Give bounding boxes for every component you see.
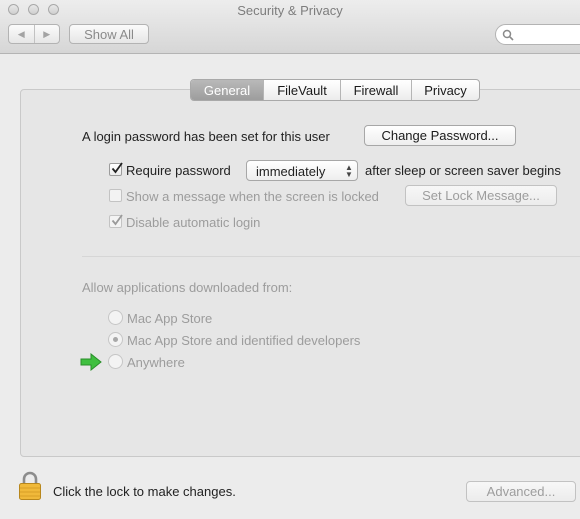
forward-arrow-icon[interactable]: ▶ bbox=[33, 25, 60, 43]
show-all-button[interactable]: Show All bbox=[69, 24, 149, 44]
disable-automatic-login-checkbox[interactable] bbox=[109, 214, 123, 228]
tab-bar: General FileVault Firewall Privacy bbox=[190, 79, 480, 101]
window-title: Security & Privacy bbox=[237, 3, 343, 18]
require-password-label: Require password bbox=[126, 163, 231, 178]
require-password-checkbox[interactable] bbox=[109, 162, 123, 176]
require-password-delay-select[interactable]: immediately ▲ ▼ bbox=[246, 160, 358, 181]
updown-arrows-icon: ▲ ▼ bbox=[345, 163, 353, 179]
checkmark-icon bbox=[111, 214, 123, 226]
radio-anywhere[interactable] bbox=[108, 354, 123, 369]
radio-mac-app-store[interactable] bbox=[108, 310, 123, 325]
allow-downloads-heading: Allow applications downloaded from: bbox=[82, 280, 293, 295]
search-input[interactable] bbox=[495, 24, 580, 45]
after-sleep-text: after sleep or screen saver begins bbox=[365, 163, 561, 178]
lock-instruction-text: Click the lock to make changes. bbox=[53, 484, 236, 499]
tab-filevault[interactable]: FileVault bbox=[263, 80, 340, 100]
change-password-button[interactable]: Change Password... bbox=[364, 125, 516, 146]
radio-identified-developers[interactable] bbox=[108, 332, 123, 347]
login-password-text: A login password has been set for this u… bbox=[82, 129, 330, 144]
back-arrow-icon[interactable]: ◀ bbox=[9, 25, 34, 43]
section-divider bbox=[82, 256, 580, 257]
radio-mac-app-store-label: Mac App Store bbox=[127, 311, 213, 326]
checkmark-icon bbox=[111, 162, 123, 174]
show-message-label: Show a message when the screen is locked bbox=[126, 189, 379, 204]
disable-automatic-login-label: Disable automatic login bbox=[126, 215, 261, 230]
advanced-button[interactable]: Advanced... bbox=[466, 481, 576, 502]
radio-identified-developers-label: Mac App Store and identified developers bbox=[127, 333, 361, 348]
green-arrow-icon bbox=[80, 353, 102, 371]
set-lock-message-button[interactable]: Set Lock Message... bbox=[405, 185, 557, 206]
tab-firewall[interactable]: Firewall bbox=[340, 80, 411, 100]
window-titlebar: Security & Privacy ◀ ▶ Show All bbox=[0, 0, 580, 54]
require-password-delay-value: immediately bbox=[256, 164, 326, 179]
tab-privacy[interactable]: Privacy bbox=[411, 80, 479, 100]
show-message-checkbox[interactable] bbox=[109, 189, 122, 202]
search-icon bbox=[502, 29, 514, 41]
tab-general[interactable]: General bbox=[191, 80, 263, 100]
nav-segment: ◀ ▶ bbox=[8, 24, 60, 44]
radio-anywhere-label: Anywhere bbox=[127, 355, 185, 370]
lock-icon[interactable] bbox=[18, 471, 42, 501]
